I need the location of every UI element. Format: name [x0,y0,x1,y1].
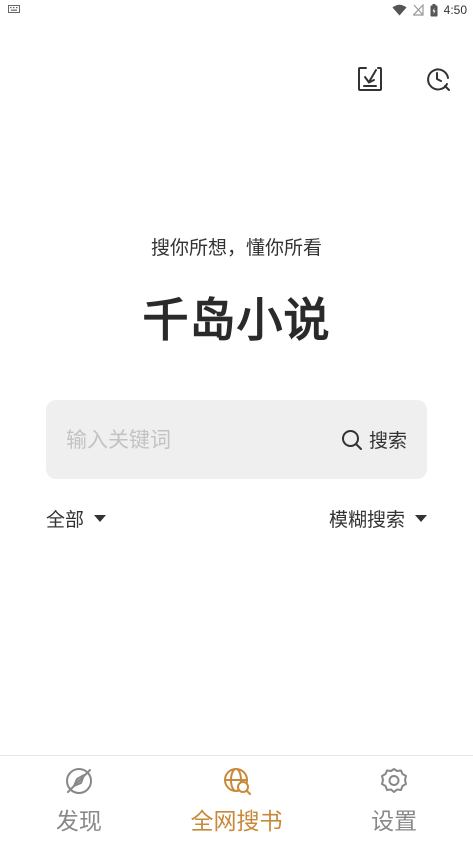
app-title: 千岛小说 [142,293,331,347]
nav-label-discover: 发现 [55,809,102,835]
nav-label-settings: 设置 [371,809,418,835]
filter-row: 全部 模糊搜索 [46,505,427,535]
scope-dropdown[interactable]: 全部 [46,505,107,532]
import-button[interactable] [355,64,385,94]
nav-item-settings[interactable]: 设置 [315,756,473,842]
wifi-icon [392,4,407,16]
gear-icon [381,768,408,793]
keyboard-icon [8,5,20,13]
slogan: 搜你所想，懂你所看 [150,237,322,259]
caret-down-icon [415,515,427,522]
search-icon [341,429,362,450]
top-actions [355,64,453,94]
caret-down-icon [94,515,107,522]
battery-icon [430,3,438,16]
globe-search-icon [223,768,251,795]
search-input[interactable] [66,400,316,479]
no-signal-icon [412,4,424,16]
search-button[interactable]: 搜索 [341,400,407,479]
scope-label: 全部 [46,509,85,531]
search-box: 搜索 [46,400,427,479]
bottom-nav: 发现 全网搜书 设置 [0,755,473,842]
mode-label: 模糊搜索 [328,509,405,531]
status-time: 4:50 [443,3,467,17]
nav-label-search-all: 全网搜书 [190,809,283,835]
search-button-label: 搜索 [368,430,407,452]
status-bar: 4:50 [0,0,473,20]
nav-item-search-all[interactable]: 全网搜书 [158,756,316,842]
mode-dropdown[interactable]: 模糊搜索 [329,505,427,532]
history-button[interactable] [423,64,453,94]
clock-history-icon [427,68,450,91]
status-icons: 4:50 [392,2,467,18]
nav-item-discover[interactable]: 发现 [0,756,158,842]
compass-off-icon [65,768,92,794]
download-box-icon [358,67,382,91]
